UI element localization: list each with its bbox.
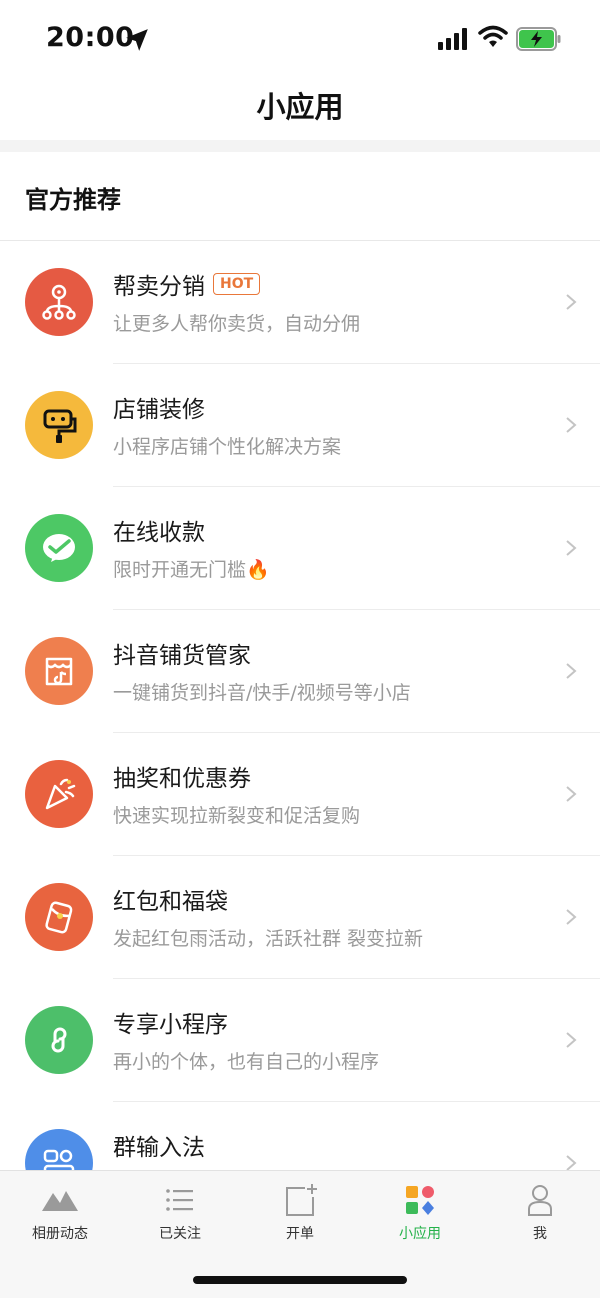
battery-charging-icon [516,27,561,51]
new-order-icon [286,1184,317,1216]
mini-program-icon [25,1006,93,1074]
profile-icon [528,1185,552,1216]
chevron-right-icon [566,663,577,679]
list-item-store-decoration[interactable]: 店铺装修 小程序店铺个性化解决方案 [0,364,600,487]
red-packet-icon [25,883,93,951]
app-list: 帮卖分销 HOT 让更多人帮你卖货，自动分佣 店铺装修 小程序店铺个性化解决方案 [0,241,600,1225]
tab-following[interactable]: 已关注 [120,1183,240,1243]
paint-roller-icon [25,391,93,459]
chevron-right-icon [566,786,577,802]
section-title: 官方推荐 [25,186,121,214]
tab-label: 开单 [286,1226,314,1242]
wifi-icon [478,25,508,47]
item-subtitle: 让更多人帮你卖货，自动分佣 [113,313,361,335]
mountain-icon [42,1191,78,1211]
tab-label: 相册动态 [32,1226,88,1242]
status-bar: 20:00 [0,0,600,80]
item-title: 红包和福袋 [113,889,228,915]
tab-mini-apps[interactable]: 小应用 [360,1183,480,1243]
item-subtitle: 限时开通无门槛🔥 [113,559,270,581]
tab-label: 小应用 [399,1226,441,1242]
tab-new-order[interactable]: 开单 [240,1183,360,1243]
item-title: 在线收款 [113,520,205,546]
item-subtitle: 小程序店铺个性化解决方案 [113,436,342,458]
page-title: 小应用 [256,90,344,124]
tab-label: 已关注 [159,1226,201,1242]
apps-icon [406,1186,434,1215]
item-subtitle: 发起红包雨活动，活跃社群 裂变拉新 [113,928,424,950]
chevron-right-icon [566,294,577,310]
item-title-text: 帮卖分销 [113,274,205,300]
header-divider [0,140,600,152]
list-icon [166,1189,193,1211]
home-indicator [193,1276,407,1284]
list-item-douyin-manager[interactable]: 抖音铺货管家 一键铺货到抖音/快手/视频号等小店 [0,610,600,733]
wechat-pay-icon [25,514,93,582]
tab-album-feed[interactable]: 相册动态 [0,1183,120,1243]
item-title: 专享小程序 [113,1012,228,1038]
list-item-lottery-coupons[interactable]: 抽奖和优惠券 快速实现拉新裂变和促活复购 [0,733,600,856]
list-item-red-packet[interactable]: 红包和福袋 发起红包雨活动，活跃社群 裂变拉新 [0,856,600,979]
location-arrow-icon [126,29,148,51]
chevron-right-icon [566,417,577,433]
item-subtitle: 再小的个体，也有自己的小程序 [113,1051,380,1073]
chevron-right-icon [566,540,577,556]
chevron-right-icon [566,909,577,925]
item-subtitle: 快速实现拉新裂变和促活复购 [113,805,361,827]
distribution-icon [25,268,93,336]
item-subtitle: 一键铺货到抖音/快手/视频号等小店 [113,682,411,704]
item-title: 店铺装修 [113,397,205,423]
item-title: 抽奖和优惠券 [113,766,251,792]
hot-badge: HOT [213,273,261,295]
cellular-signal-icon [438,28,467,50]
store-icon [25,637,93,705]
tab-me[interactable]: 我 [480,1183,600,1243]
item-title: 帮卖分销 HOT [113,267,261,301]
list-item-exclusive-mini-program[interactable]: 专享小程序 再小的个体，也有自己的小程序 [0,979,600,1102]
tab-label: 我 [533,1226,547,1242]
item-title: 抖音铺货管家 [113,643,251,669]
item-title: 群输入法 [113,1135,205,1161]
list-item-distribution[interactable]: 帮卖分销 HOT 让更多人帮你卖货，自动分佣 [0,241,600,364]
status-time: 20:00 [46,22,135,53]
party-popper-icon [25,760,93,828]
chevron-right-icon [566,1032,577,1048]
list-item-online-payment[interactable]: 在线收款 限时开通无门槛🔥 [0,487,600,610]
